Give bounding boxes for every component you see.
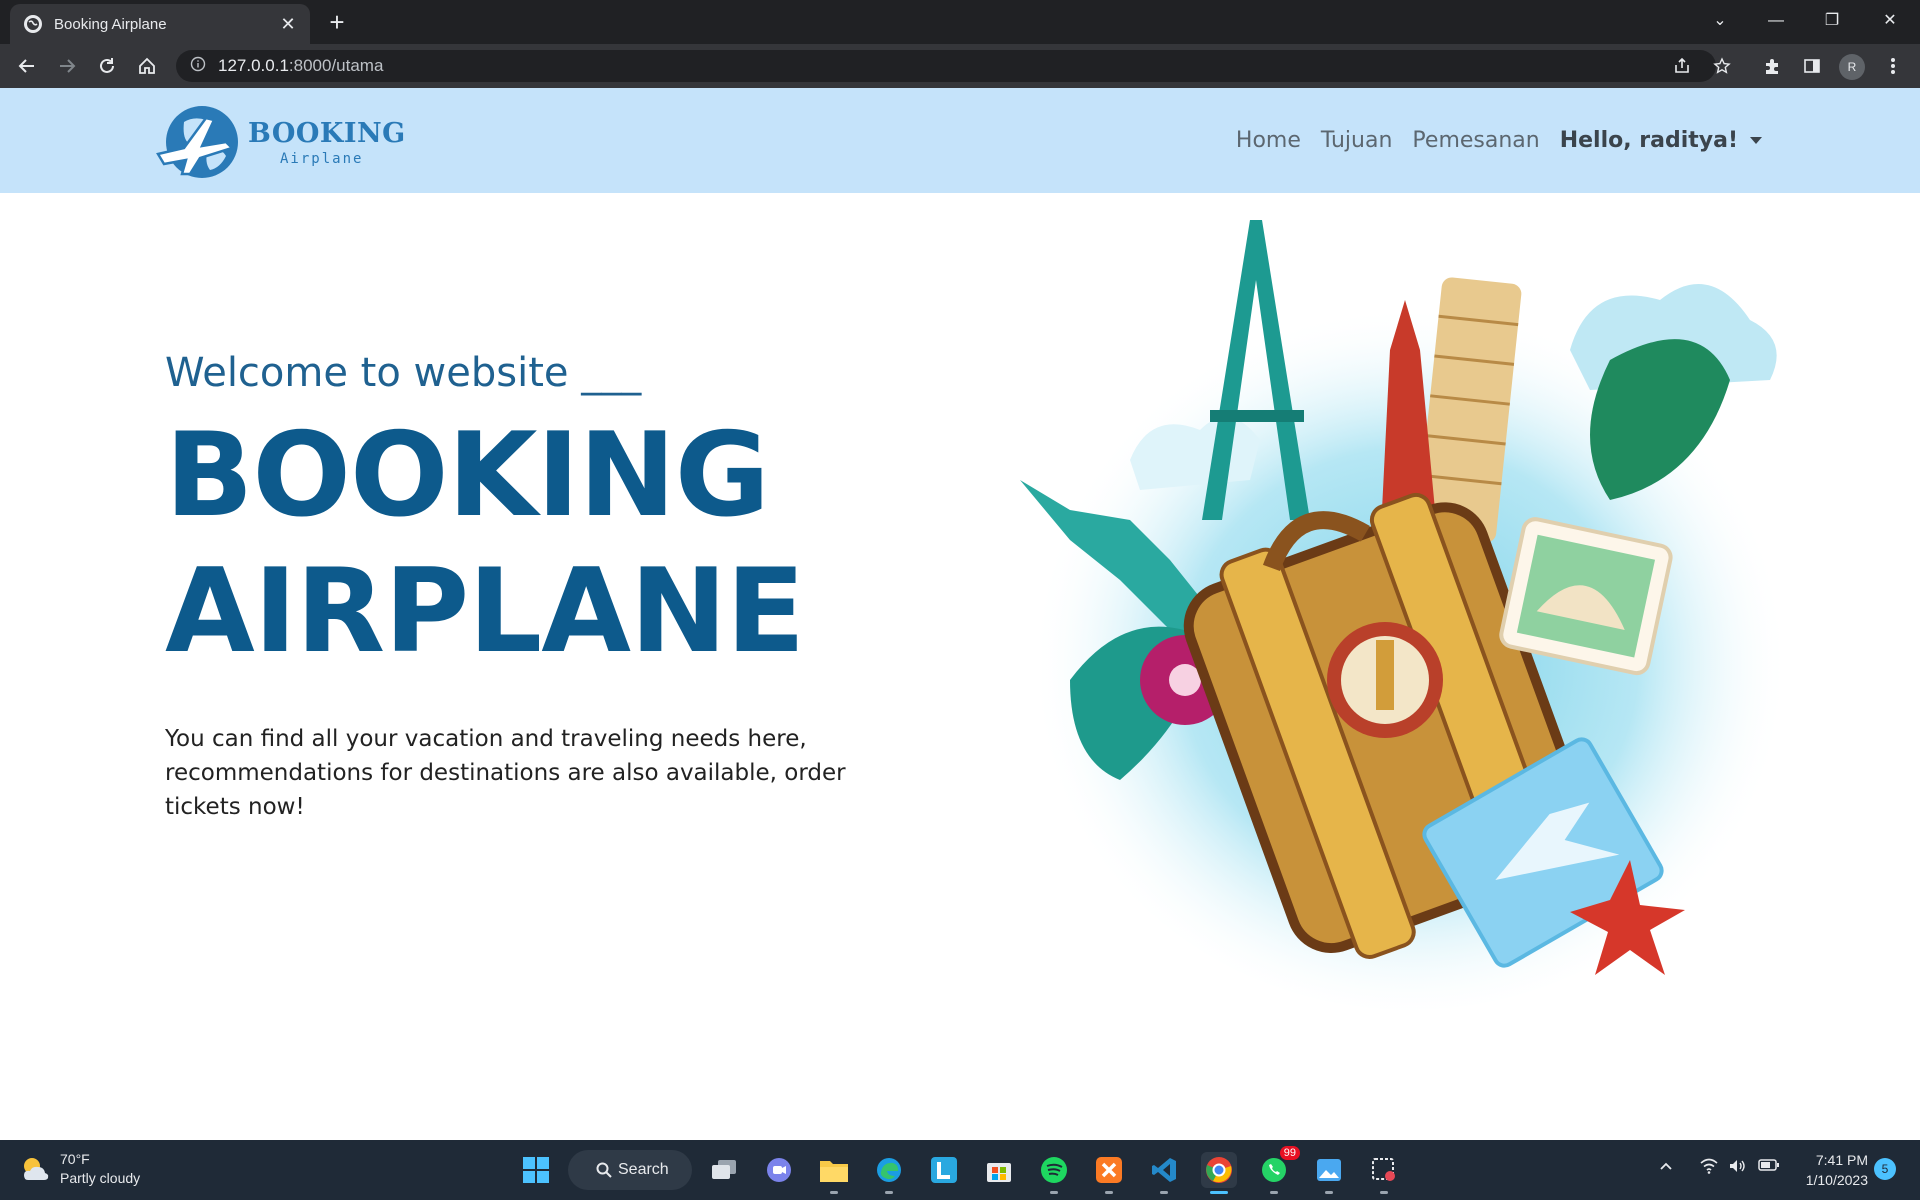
system-clock[interactable]: 7:41 PM 1/10/2023 <box>1796 1150 1868 1190</box>
vscode-icon[interactable] <box>1146 1152 1182 1194</box>
profile-avatar[interactable]: R <box>1839 54 1865 80</box>
user-dropdown[interactable]: Hello, raditya! <box>1560 128 1762 153</box>
running-indicator <box>1105 1191 1113 1194</box>
close-window-button[interactable]: ✕ <box>1870 6 1910 36</box>
xampp-icon[interactable] <box>1091 1152 1127 1194</box>
battery-icon[interactable] <box>1758 1158 1780 1177</box>
restore-button[interactable]: ❐ <box>1812 6 1852 36</box>
globe-airplane-logo-icon <box>156 106 238 178</box>
hero-headline: BOOKING AIRPLANE <box>165 408 945 680</box>
bookmark-star-icon[interactable] <box>1707 51 1737 81</box>
running-indicator <box>1160 1191 1168 1194</box>
forward-arrow-icon[interactable] <box>52 51 82 81</box>
weather-widget[interactable]: 70°F Partly cloudy <box>20 1150 140 1188</box>
logo-brand-text: BOOKING <box>248 118 406 149</box>
tab-booking-airplane[interactable]: Booking Airplane ✕ <box>10 4 310 44</box>
file-explorer-icon[interactable] <box>816 1152 852 1194</box>
site-logo[interactable]: BOOKING Airplane <box>154 100 405 184</box>
task-view-icon[interactable] <box>706 1152 742 1188</box>
side-panel-icon[interactable] <box>1797 51 1827 81</box>
edge-browser-icon[interactable] <box>871 1152 907 1194</box>
reload-icon[interactable] <box>92 51 122 81</box>
nav-links: Home Tujuan Pemesanan Hello, raditya! <box>1236 128 1762 153</box>
running-indicator <box>1380 1191 1388 1194</box>
windows-start-icon[interactable] <box>518 1152 554 1188</box>
site-navbar: BOOKING Airplane Home Tujuan Pemesanan H… <box>0 88 1920 193</box>
weather-desc: Partly cloudy <box>60 1170 141 1186</box>
back-arrow-icon[interactable] <box>12 51 42 81</box>
whatsapp-icon[interactable]: 99 <box>1256 1146 1300 1194</box>
menu-kebab-icon[interactable] <box>1878 51 1908 81</box>
windows-taskbar: 70°F Partly cloudy Search 99 7:41 PM 1/1… <box>0 1140 1920 1200</box>
headline-line-1: BOOKING <box>165 408 770 543</box>
teams-chat-icon[interactable] <box>761 1152 797 1188</box>
chrome-icon[interactable] <box>1201 1152 1237 1194</box>
logo-sub-text: Airplane <box>280 151 364 167</box>
browser-tab-bar: Booking Airplane ✕ + ⌄ — ❐ ✕ <box>0 0 1920 44</box>
snipping-tool-icon[interactable] <box>1366 1152 1402 1194</box>
l-app-icon[interactable] <box>926 1152 962 1188</box>
microsoft-store-icon[interactable] <box>981 1152 1017 1188</box>
tab-search-icon[interactable]: ⌄ <box>1700 6 1740 36</box>
welcome-text: Welcome to website ___ <box>165 350 642 396</box>
running-indicator <box>1325 1191 1333 1194</box>
user-greeting: Hello, raditya! <box>1559 128 1738 153</box>
search-icon <box>596 1162 612 1178</box>
hero-section: Welcome to website ___ BOOKING AIRPLANE … <box>165 350 945 824</box>
running-indicator <box>1050 1191 1058 1194</box>
extensions-icon[interactable] <box>1757 51 1787 81</box>
partly-cloudy-icon <box>24 1158 49 1180</box>
globe-icon <box>24 15 42 33</box>
info-icon[interactable] <box>190 56 206 77</box>
photos-icon[interactable] <box>1311 1152 1347 1194</box>
address-bar[interactable]: 127.0.0.1:8000/utama <box>176 50 1716 82</box>
url-text: 127.0.0.1:8000/utama <box>218 56 384 75</box>
nav-link-tujuan[interactable]: Tujuan <box>1321 128 1393 153</box>
spotify-icon[interactable] <box>1036 1152 1072 1194</box>
running-indicator <box>885 1191 893 1194</box>
taskbar-search-button[interactable]: Search <box>568 1150 692 1190</box>
caret-down-icon <box>1750 137 1762 144</box>
running-indicator <box>830 1191 838 1194</box>
nav-link-pemesanan[interactable]: Pemesanan <box>1412 128 1539 153</box>
new-tab-button[interactable]: + <box>322 8 352 38</box>
running-indicator <box>1270 1191 1278 1194</box>
show-hidden-icons-chevron-icon[interactable] <box>1658 1158 1674 1179</box>
hero-description: You can find all your vacation and trave… <box>165 726 846 820</box>
weather-text: 70°F Partly cloudy <box>60 1150 140 1188</box>
travel-suitcase-illustration <box>1020 220 1790 1010</box>
search-label: Search <box>618 1161 669 1178</box>
headline-line-2: AIRPLANE <box>165 544 805 679</box>
nav-link-home[interactable]: Home <box>1236 128 1301 153</box>
home-icon[interactable] <box>132 51 162 81</box>
active-indicator <box>1210 1191 1228 1194</box>
browser-toolbar: 127.0.0.1:8000/utama R <box>0 44 1920 88</box>
wifi-icon[interactable] <box>1700 1158 1718 1179</box>
tab-title: Booking Airplane <box>54 15 167 33</box>
minimize-button[interactable]: — <box>1756 6 1796 36</box>
volume-icon[interactable] <box>1728 1158 1746 1179</box>
weather-temp: 70°F <box>60 1151 90 1167</box>
clock-date: 1/10/2023 <box>1805 1172 1868 1188</box>
share-icon[interactable] <box>1667 51 1697 81</box>
clock-time: 7:41 PM <box>1815 1152 1868 1168</box>
whatsapp-unread-badge: 99 <box>1279 1146 1300 1160</box>
notification-count-badge[interactable]: 5 <box>1874 1158 1896 1180</box>
close-tab-icon[interactable]: ✕ <box>278 14 298 35</box>
